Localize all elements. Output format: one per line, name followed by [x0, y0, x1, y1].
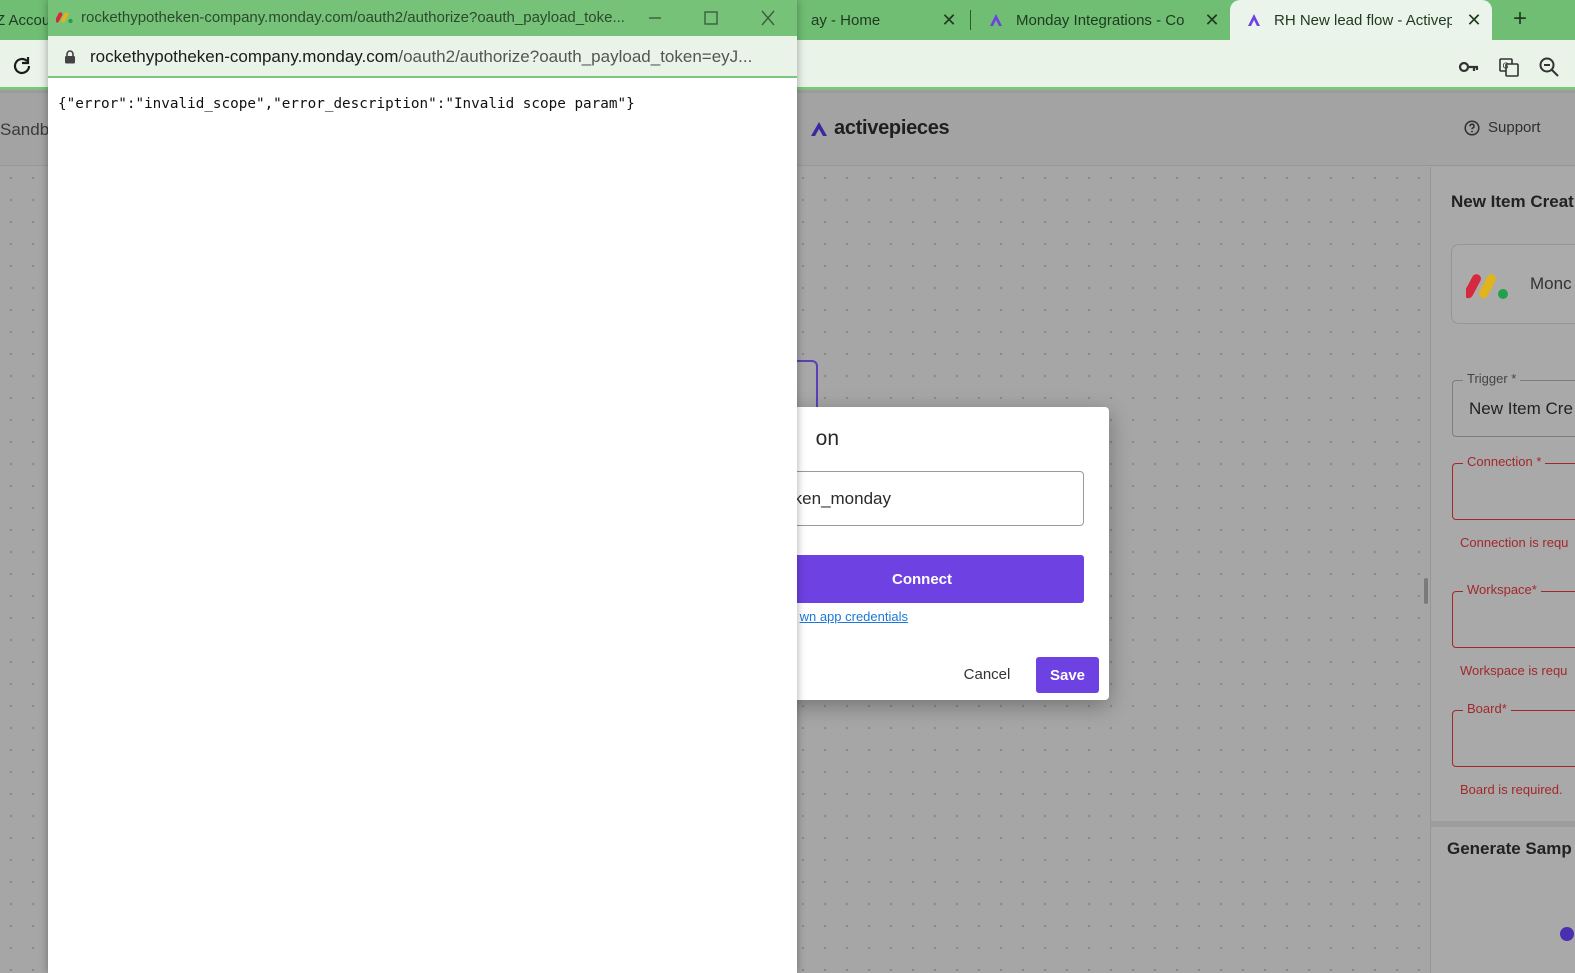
activepieces-favicon-icon [1248, 14, 1260, 26]
new-tab-button[interactable]: + [1506, 6, 1534, 34]
sandbox-label[interactable]: Sandb [0, 120, 49, 140]
cancel-button[interactable]: Cancel [956, 659, 1018, 689]
zoom-out-icon[interactable] [1538, 56, 1560, 78]
popup-address-bar[interactable]: rockethypotheken-company.monday.com/oaut… [48, 36, 797, 78]
connection-name-input[interactable]: ken_monday [760, 471, 1084, 526]
trigger-value: New Item Cre [1469, 399, 1573, 418]
support-label: Support [1488, 119, 1541, 136]
connect-button[interactable]: Connect [760, 555, 1084, 603]
piece-card[interactable]: Monc [1451, 244, 1575, 324]
board-label: Board* [1463, 701, 1511, 716]
board-select[interactable]: Board* [1452, 701, 1575, 767]
tab-separator [970, 10, 971, 30]
popup-titlebar[interactable]: rockethypotheken-company.monday.com/oaut… [48, 0, 797, 36]
reload-icon[interactable] [10, 54, 34, 78]
key-icon[interactable] [1458, 56, 1480, 78]
activepieces-logo-icon [811, 121, 827, 136]
workspace-label: Workspace* [1463, 582, 1541, 597]
tab-account[interactable]: Z Account [0, 0, 50, 40]
trigger-select[interactable]: Trigger * New Item Cre [1452, 371, 1575, 437]
close-icon[interactable]: ✕ [1464, 10, 1484, 30]
translate-icon[interactable]: G [1498, 56, 1520, 78]
url-path: /oauth2/authorize?oauth_payload_token=ey… [398, 47, 753, 66]
logo-text: activepieces [834, 117, 950, 139]
maximize-icon[interactable] [698, 6, 724, 30]
panel-resize-handle[interactable] [1424, 578, 1428, 604]
tab-label: ay - Home [811, 11, 881, 29]
panel-title: New Item Creat [1451, 192, 1574, 211]
trigger-label: Trigger * [1463, 371, 1521, 386]
monday-logo-icon [1466, 274, 1508, 299]
oauth-popup-window: rockethypotheken-company.monday.com/oaut… [48, 0, 797, 973]
generate-sample-title: Generate Samp [1447, 839, 1572, 858]
piece-name: Monc [1530, 274, 1572, 293]
popup-title: rockethypotheken-company.monday.com/oaut… [81, 9, 625, 26]
popup-url[interactable]: rockethypotheken-company.monday.com/oaut… [90, 47, 780, 67]
tab-label: Z Account [0, 11, 50, 29]
close-icon[interactable] [755, 6, 781, 30]
connection-label: Connection * [1463, 454, 1546, 469]
step-settings-panel: New Item Creat Monc Trigger * New Item C… [1430, 167, 1575, 973]
support-button[interactable]: Support [1464, 119, 1541, 136]
new-connection-dialog: on ken_monday Connect wn app credentials… [760, 407, 1109, 700]
activepieces-logo[interactable]: activepieces [810, 117, 950, 140]
connection-error: Connection is requ [1460, 535, 1569, 550]
activepieces-favicon-icon [990, 14, 1002, 26]
board-error: Board is required. [1460, 782, 1563, 797]
workspace-select[interactable]: Workspace* [1452, 582, 1575, 648]
close-icon[interactable]: ✕ [939, 10, 959, 30]
save-button[interactable]: Save [1036, 657, 1099, 693]
close-icon[interactable]: ✕ [1202, 10, 1222, 30]
connection-select[interactable]: Connection * [1452, 454, 1575, 520]
monday-favicon-icon [56, 12, 73, 24]
panel-divider [1431, 821, 1575, 827]
tab-monday-home[interactable]: ay - Home ✕ [797, 0, 967, 40]
oauth-error-response: {"error":"invalid_scope","error_descript… [58, 96, 635, 112]
svg-text:G: G [1503, 62, 1509, 71]
toggle-switch[interactable] [1560, 927, 1574, 941]
tab-monday-integrations[interactable]: Monday Integrations - Co ✕ [980, 0, 1230, 40]
minimize-icon[interactable] [642, 6, 668, 30]
url-host: rockethypotheken-company.monday.com [90, 47, 399, 66]
connection-name-value: ken_monday [793, 489, 891, 508]
workspace-error: Workspace is requ [1460, 663, 1568, 678]
help-circle-icon [1464, 119, 1480, 136]
lock-icon[interactable] [64, 49, 76, 64]
tab-rh-new-lead-flow[interactable]: RH New lead flow - Activep ✕ [1230, 0, 1492, 40]
tab-label: RH New lead flow - Activep [1274, 11, 1452, 29]
tab-label: Monday Integrations - Co [1016, 11, 1185, 29]
